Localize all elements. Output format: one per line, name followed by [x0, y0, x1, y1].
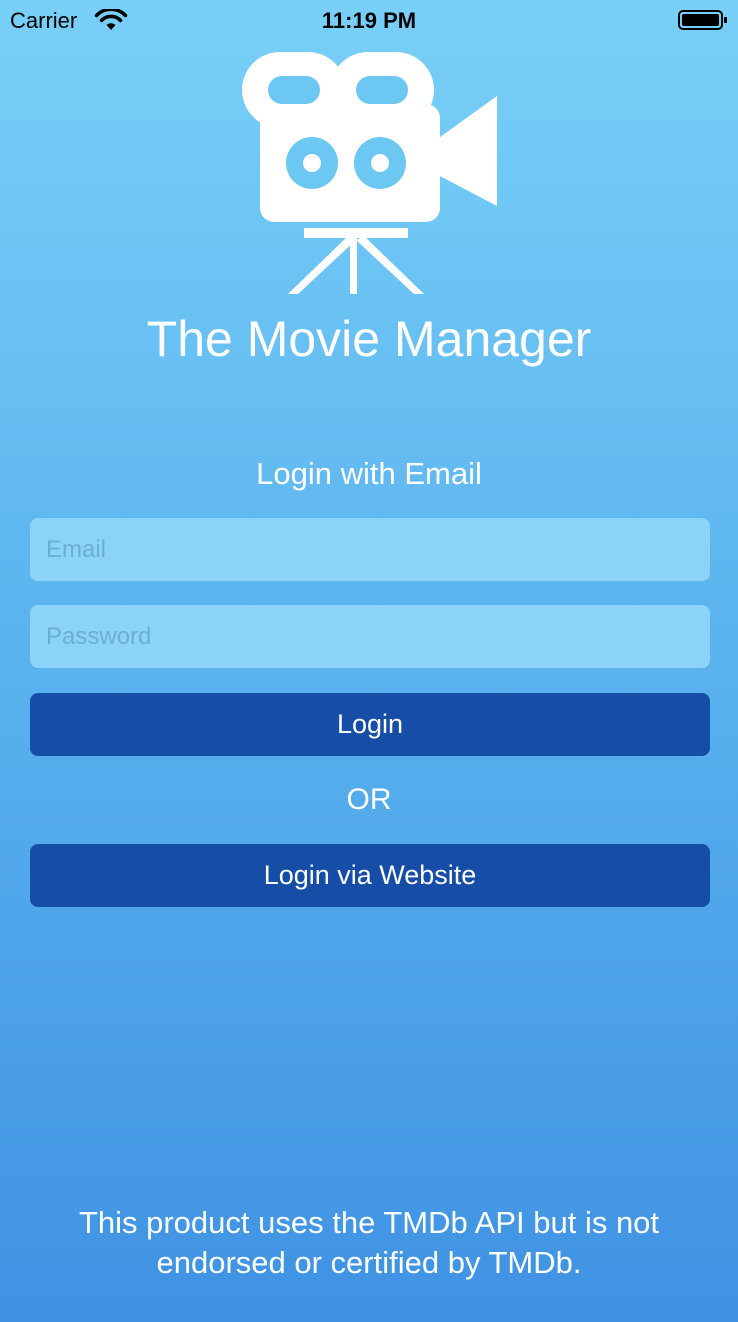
or-separator: OR — [346, 783, 392, 816]
login-via-website-button[interactable]: Login via Website — [30, 844, 710, 907]
login-heading: Login with Email — [256, 456, 482, 491]
password-field[interactable] — [30, 605, 710, 668]
tmdb-disclaimer: This product uses the TMDb API but is no… — [78, 1205, 660, 1280]
battery-icon — [678, 10, 727, 30]
status-time: 11:19 PM — [321, 8, 417, 33]
status-bar: Carrier 11:19 PM — [0, 0, 738, 40]
login-button[interactable]: Login — [30, 693, 710, 756]
email-field[interactable] — [30, 518, 710, 581]
app-title: The Movie Manager — [146, 311, 592, 367]
movie-camera-icon — [242, 52, 497, 294]
